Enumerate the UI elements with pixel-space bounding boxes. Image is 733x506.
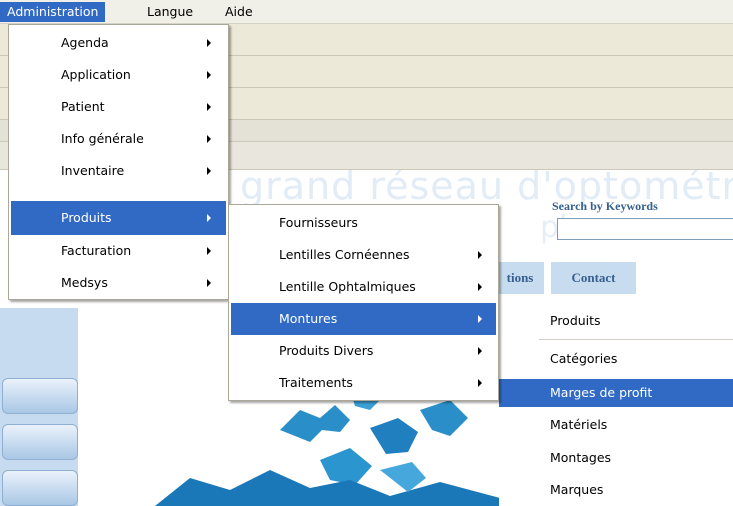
menu-bar: Administration Langue Aide: [0, 0, 733, 24]
menu-item-label: Inventaire: [61, 163, 125, 178]
menu-item-label: Traitements: [279, 375, 353, 390]
left-sidebar: [0, 308, 78, 506]
search-input[interactable]: [557, 218, 733, 240]
menu-item-label: Lentilles Cornéennes: [279, 247, 410, 262]
sidebar-button[interactable]: [2, 470, 78, 506]
submenu-arrow-icon: [207, 279, 211, 287]
menu-item-info-generale[interactable]: Info générale: [11, 123, 226, 155]
menu-item-materiels[interactable]: Matériels: [499, 411, 733, 439]
submenu-arrow-icon: [207, 103, 211, 111]
montures-submenu: Produits Catégories Marges de profit Mat…: [499, 304, 733, 506]
menu-item-patient[interactable]: Patient: [11, 91, 226, 123]
menu-item-agenda[interactable]: Agenda: [11, 27, 226, 59]
submenu-arrow-icon: [207, 247, 211, 255]
menu-item-lentilles-corneennes[interactable]: Lentilles Cornéennes: [231, 239, 496, 271]
background-heading: grand réseau d'optométr: [240, 170, 733, 208]
nav-tab-contact[interactable]: Contact: [551, 262, 636, 294]
menu-item-inventaire[interactable]: Inventaire: [11, 155, 226, 187]
sidebar-button[interactable]: [2, 424, 78, 460]
menu-item-label: Medsys: [61, 275, 108, 290]
menu-item-medsys[interactable]: Medsys: [11, 267, 226, 299]
menu-aide[interactable]: Aide: [218, 2, 260, 22]
administration-menu: Agenda Application Patient Info générale…: [8, 24, 229, 300]
menu-item-produits-divers[interactable]: Produits Divers: [231, 335, 496, 367]
menu-item-categories[interactable]: Catégories: [499, 345, 733, 373]
menu-item-label: Lentille Ophtalmiques: [279, 279, 416, 294]
menu-langue[interactable]: Langue: [140, 2, 200, 22]
menu-item-label: Produits: [61, 210, 112, 225]
menu-item-fournisseurs[interactable]: Fournisseurs: [231, 207, 496, 239]
submenu-arrow-icon: [207, 39, 211, 47]
menu-item-produits[interactable]: Produits: [11, 201, 226, 235]
menu-item-label: Info générale: [61, 131, 144, 146]
menu-item-produits[interactable]: Produits: [499, 307, 733, 335]
submenu-arrow-icon: [478, 251, 482, 259]
menu-item-montages[interactable]: Montages: [499, 444, 733, 472]
produits-submenu: Fournisseurs Lentilles Cornéennes Lentil…: [228, 204, 499, 401]
submenu-arrow-icon: [207, 214, 211, 222]
menu-item-label: Application: [61, 67, 131, 82]
menu-item-label: Agenda: [61, 35, 109, 50]
menu-item-application[interactable]: Application: [11, 59, 226, 91]
submenu-arrow-icon: [207, 71, 211, 79]
menu-item-label: Facturation: [61, 243, 132, 258]
menu-separator: [539, 339, 733, 340]
submenu-arrow-icon: [478, 315, 482, 323]
menu-item-marges-de-profit[interactable]: Marges de profit: [499, 379, 733, 407]
menu-item-label: Fournisseurs: [279, 215, 358, 230]
menu-item-lentille-ophtalmiques[interactable]: Lentille Ophtalmiques: [231, 271, 496, 303]
search-label: Search by Keywords: [552, 199, 658, 213]
menu-item-facturation[interactable]: Facturation: [11, 235, 226, 267]
menu-item-marques[interactable]: Marques: [499, 476, 733, 504]
menu-item-label: Montures: [279, 311, 338, 326]
menu-item-label: Produits Divers: [279, 343, 374, 358]
submenu-arrow-icon: [207, 167, 211, 175]
submenu-arrow-icon: [207, 135, 211, 143]
menu-administration[interactable]: Administration: [0, 2, 106, 22]
submenu-arrow-icon: [478, 283, 482, 291]
menu-item-traitements[interactable]: Traitements: [231, 367, 496, 399]
menu-item-label: Patient: [61, 99, 105, 114]
submenu-arrow-icon: [478, 347, 482, 355]
menu-item-montures[interactable]: Montures: [231, 303, 496, 335]
nav-tab-partial[interactable]: tions: [496, 262, 544, 294]
sidebar-button[interactable]: [2, 378, 78, 414]
submenu-arrow-icon: [478, 379, 482, 387]
